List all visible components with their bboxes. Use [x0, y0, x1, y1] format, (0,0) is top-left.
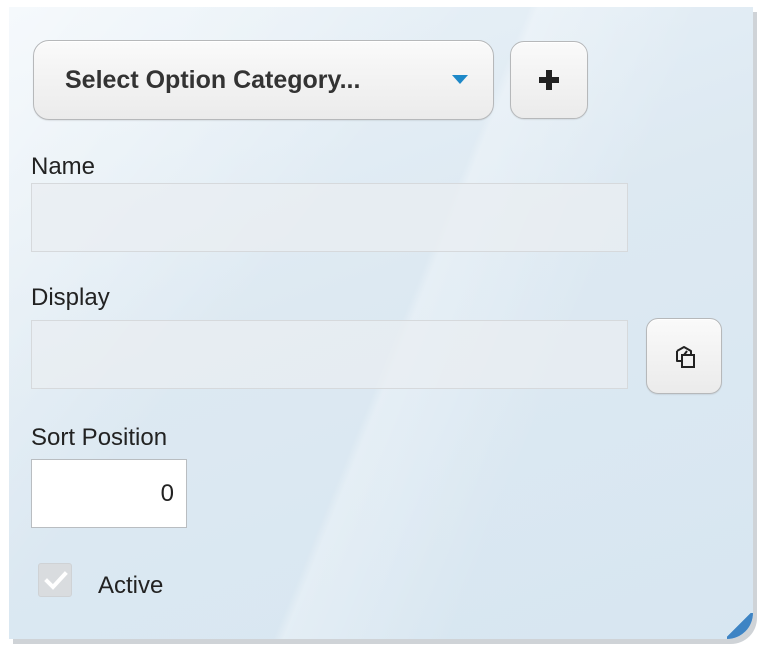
copy-icon — [676, 346, 695, 368]
name-input[interactable] — [31, 183, 628, 252]
copy-name-to-display-button[interactable] — [646, 318, 722, 394]
option-form-panel: Select Option Category... Name Display S… — [9, 7, 753, 639]
caret-down-icon — [452, 75, 468, 84]
option-category-dropdown[interactable]: Select Option Category... — [33, 40, 494, 120]
active-label: Active — [98, 572, 164, 599]
sort-position-input[interactable] — [31, 459, 187, 528]
name-label: Name — [31, 153, 96, 180]
active-checkbox[interactable] — [38, 563, 72, 597]
add-category-button[interactable] — [510, 41, 588, 119]
display-input[interactable] — [31, 320, 628, 389]
plus-icon — [539, 70, 559, 90]
checkmark-icon — [44, 571, 68, 590]
display-label: Display — [31, 284, 110, 311]
sort-position-label: Sort Position — [31, 424, 168, 451]
panel-corner-accent — [727, 613, 753, 639]
option-category-label: Select Option Category... — [65, 65, 361, 94]
